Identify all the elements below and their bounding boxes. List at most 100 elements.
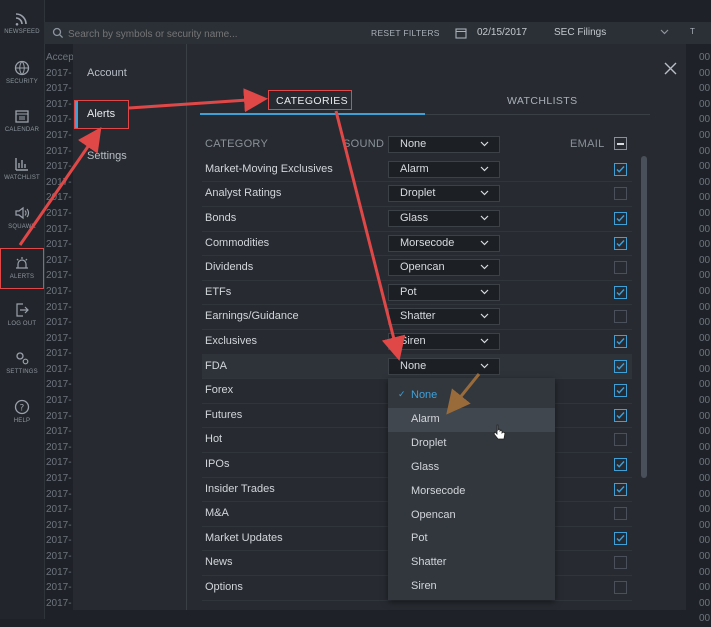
pointer-cursor-icon	[493, 424, 506, 440]
settings-nav-account[interactable]: Account	[87, 67, 127, 79]
background-right-cell: 00	[699, 551, 711, 562]
chevron-down-icon	[480, 338, 489, 344]
background-row: 2017-	[46, 566, 72, 578]
email-checkbox[interactable]	[614, 507, 627, 521]
background-row: 2017-	[46, 254, 72, 266]
background-right-cell: 00	[699, 192, 711, 204]
nav-newsfeed[interactable]: NEWSFEED	[0, 10, 44, 35]
sound-select[interactable]: Droplet	[388, 185, 500, 203]
sound-select[interactable]: Siren	[388, 333, 500, 350]
email-checkbox[interactable]	[614, 187, 627, 201]
nav-security[interactable]: SECURITY	[0, 60, 44, 85]
filing-type-select[interactable]: SEC Filings	[554, 27, 606, 38]
background-right-cell: 00	[699, 176, 711, 188]
dropdown-option[interactable]: Alarm	[388, 407, 555, 432]
close-icon[interactable]	[664, 62, 677, 75]
background-row: 2017-	[46, 223, 72, 235]
background-right-cell: 00	[699, 613, 711, 625]
dropdown-option[interactable]: Siren	[388, 575, 555, 599]
background-right-cell: 00	[699, 270, 711, 282]
background-right-cell: 00	[699, 348, 711, 360]
tab-categories[interactable]: CATEGORIES	[276, 95, 348, 107]
nav-logout[interactable]: LOG OUT	[0, 302, 44, 327]
calendar-icon[interactable]	[455, 27, 467, 39]
search-input[interactable]	[68, 27, 348, 41]
sound-select[interactable]: Alarm	[388, 160, 500, 178]
email-checkbox[interactable]	[614, 433, 627, 447]
dropdown-option-label: Glass	[411, 460, 440, 473]
help-icon: ?	[14, 399, 30, 415]
nav-help[interactable]: ? HELP	[0, 399, 44, 424]
checkmark-icon	[616, 387, 625, 394]
nav-calendar[interactable]: CALENDAR	[0, 108, 44, 133]
background-row: 2017-	[46, 161, 72, 173]
category-label: Insider Trades	[205, 482, 275, 495]
dropdown-option[interactable]: ✓ None	[388, 384, 555, 408]
sound-select[interactable]: Morsecode	[388, 234, 500, 252]
email-checkbox[interactable]	[614, 581, 627, 594]
background-right-cell: 00	[699, 83, 711, 95]
search-icon	[52, 27, 64, 39]
checkmark-icon	[616, 165, 625, 173]
email-checkbox[interactable]	[614, 458, 627, 471]
chevron-down-icon	[480, 363, 489, 368]
dropdown-option[interactable]: Pot	[388, 527, 555, 551]
scrollbar[interactable]	[641, 156, 647, 478]
category-label: ETFs	[205, 285, 232, 298]
chevron-down-icon	[480, 264, 489, 270]
email-checkbox[interactable]	[614, 261, 627, 275]
email-checkbox[interactable]	[614, 335, 627, 348]
dropdown-option[interactable]: Morsecode	[388, 480, 555, 504]
app-sidebar: NEWSFEED SECURITY CALENDAR WATCHLIST SQU…	[0, 0, 45, 619]
sound-select[interactable]: Pot	[388, 283, 500, 301]
background-right-cell: 00	[699, 254, 711, 266]
reset-filters-button[interactable]: RESET FILTERS	[371, 28, 440, 38]
settings-nav-alerts[interactable]: Alerts	[87, 108, 115, 120]
sound-select[interactable]: Shatter	[388, 308, 500, 326]
background-right-cell: 00	[699, 363, 711, 375]
sound-select[interactable]: Opencan	[388, 259, 500, 277]
background-row: 2017-	[46, 317, 72, 329]
nav-squawk[interactable]: SQUAWK	[0, 205, 44, 230]
sound-select[interactable]: Glass	[388, 210, 500, 227]
background-column-header: Accep	[46, 52, 74, 63]
dropdown-option-label: Shatter	[411, 556, 447, 569]
settings-nav-settings[interactable]: Settings	[87, 150, 127, 162]
email-checkbox[interactable]	[614, 359, 627, 373]
email-checkbox[interactable]	[614, 556, 627, 570]
dropdown-option[interactable]: Shatter	[388, 551, 555, 575]
chevron-down-icon[interactable]	[660, 29, 669, 35]
sound-select[interactable]: None	[388, 357, 500, 375]
email-checkbox[interactable]	[614, 212, 627, 225]
background-row: 2017-	[46, 67, 72, 79]
background-right-cell: 00	[699, 535, 711, 547]
category-label: Earnings/Guidance	[205, 310, 299, 323]
background-row: 2017-	[46, 363, 72, 375]
tab-watchlists[interactable]: WATCHLISTS	[507, 95, 578, 107]
background-row: 2017-	[46, 551, 72, 562]
dropdown-option[interactable]: Opencan	[388, 504, 555, 528]
background-right-cell: 00	[699, 473, 711, 485]
date-picker[interactable]: 02/15/2017	[477, 27, 527, 38]
email-checkbox[interactable]	[614, 285, 627, 299]
email-checkbox[interactable]	[614, 236, 627, 250]
email-checkbox[interactable]	[614, 162, 627, 176]
background-right-cell: 00	[699, 426, 711, 438]
email-checkbox[interactable]	[614, 408, 627, 422]
sound-select-value: Siren	[400, 335, 426, 347]
background-right-cell: 00	[699, 67, 711, 79]
email-checkbox[interactable]	[614, 384, 627, 398]
email-checkbox[interactable]	[614, 482, 627, 496]
nav-alerts[interactable]: ALERTS	[0, 248, 44, 289]
dropdown-option[interactable]: Droplet	[388, 432, 555, 456]
email-checkbox[interactable]	[614, 310, 627, 324]
background-right-cell: 00	[699, 457, 711, 469]
nav-watchlist[interactable]: WATCHLIST	[0, 156, 44, 181]
email-select-all-checkbox[interactable]	[614, 137, 627, 150]
background-row: 2017-	[46, 519, 72, 531]
email-checkbox[interactable]	[614, 531, 627, 545]
header-sound-select[interactable]: None	[388, 136, 500, 153]
nav-settings[interactable]: SETTINGS	[0, 350, 44, 375]
dropdown-option[interactable]: Glass	[388, 456, 555, 480]
background-row: 2017-	[46, 332, 72, 344]
